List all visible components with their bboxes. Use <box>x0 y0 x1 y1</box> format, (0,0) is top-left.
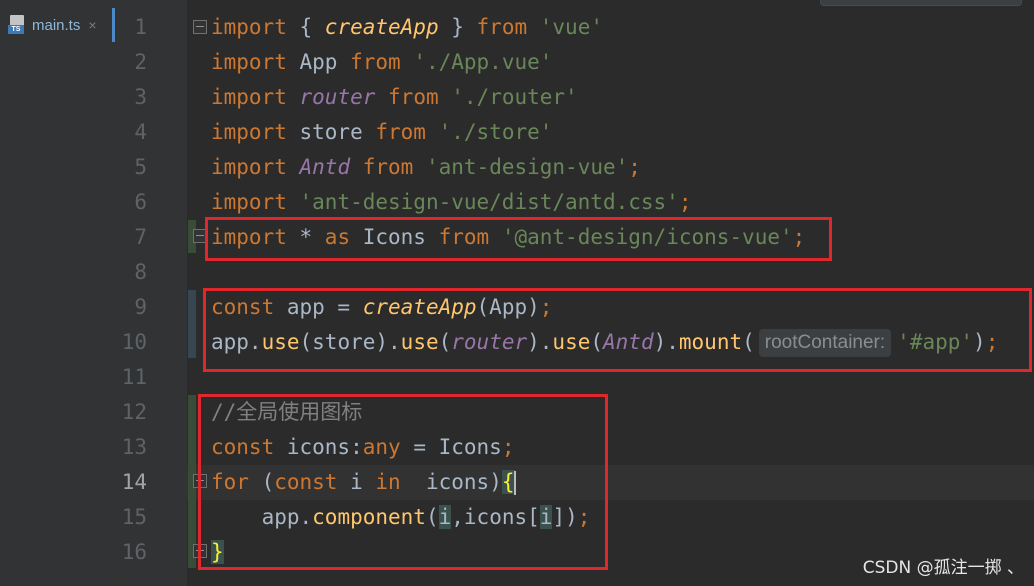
code-line[interactable]: import App from './App.vue' <box>211 45 552 80</box>
line-number: 8 <box>134 260 147 284</box>
annotation-box-import-icons <box>205 217 832 261</box>
code-line[interactable]: import store from './store' <box>211 115 552 150</box>
line-number: 7 <box>134 225 147 249</box>
tab-main-ts[interactable]: TS main.ts × <box>0 8 114 42</box>
line-number: 9 <box>134 295 147 319</box>
line-number-current: 14 <box>121 470 147 494</box>
code-line[interactable]: import 'ant-design-vue/dist/antd.css'; <box>211 185 691 220</box>
annotation-box-app-setup <box>203 288 1032 372</box>
watermark: CSDN @孤注一掷 、 <box>862 558 1024 578</box>
line-number: 3 <box>134 85 147 109</box>
active-tab-indicator <box>112 8 115 42</box>
line-number: 10 <box>121 330 147 354</box>
line-number: 12 <box>121 400 147 424</box>
line-number: 6 <box>134 190 147 214</box>
line-number: 13 <box>121 435 147 459</box>
line-number: 1 <box>134 15 147 39</box>
line-number: 4 <box>134 120 147 144</box>
line-number: 16 <box>121 540 147 564</box>
editor-tab-strip: TS main.ts × <box>0 0 117 586</box>
tab-label: main.ts <box>32 16 81 34</box>
fold-icon[interactable] <box>193 20 207 34</box>
close-icon[interactable]: × <box>88 17 96 33</box>
line-number: 2 <box>134 50 147 74</box>
toolbar-field <box>820 0 1022 6</box>
code-line[interactable]: import { createApp } from 'vue' <box>211 10 603 45</box>
vcs-modified-marker[interactable] <box>188 290 196 358</box>
line-number: 11 <box>121 365 147 389</box>
typescript-file-icon: TS <box>8 15 26 35</box>
annotation-box-icon-registration <box>198 394 608 570</box>
line-number: 15 <box>121 505 147 529</box>
code-line[interactable]: import router from './router' <box>211 80 578 115</box>
line-number: 5 <box>134 155 147 179</box>
code-line[interactable]: import Antd from 'ant-design-vue'; <box>211 150 641 185</box>
